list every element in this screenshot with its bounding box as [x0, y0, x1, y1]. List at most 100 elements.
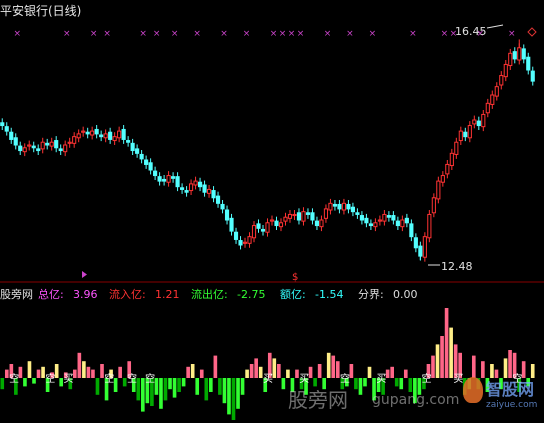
candle-body	[36, 148, 41, 152]
candlestick-series	[0, 39, 535, 262]
volume-bar	[54, 364, 59, 378]
candle-body	[202, 184, 207, 193]
x-marker-icon: ×	[279, 29, 287, 39]
volume-bar	[18, 366, 23, 378]
x-marker-icon: ×	[193, 29, 201, 39]
x-marker-icon: ×	[90, 29, 98, 39]
volume-bar	[308, 366, 313, 378]
candle-body	[386, 215, 391, 218]
volume-bar	[59, 378, 64, 387]
candle-body	[81, 130, 86, 133]
candle-body	[130, 142, 135, 152]
volume-bar	[168, 378, 172, 390]
watermark-logo: 智股网	[486, 380, 535, 399]
high-price-label: 16.45	[455, 25, 487, 38]
high-arrow	[486, 24, 504, 29]
candle-body	[463, 131, 468, 138]
volume-bar	[0, 378, 5, 390]
candle-body	[323, 208, 329, 219]
volume-bar	[32, 378, 36, 384]
candle-body	[305, 212, 311, 215]
candle-body	[229, 217, 234, 232]
candle-body	[13, 137, 18, 146]
candle-body	[260, 228, 266, 232]
candle-body	[67, 141, 72, 144]
indicator-value-1: 1.21	[155, 288, 180, 301]
candle-body	[162, 178, 167, 182]
candle-body	[436, 180, 441, 200]
candle-body	[4, 126, 9, 132]
volume-bar	[222, 378, 227, 404]
candle-body	[269, 219, 275, 222]
x-marker-icon: ×	[409, 29, 417, 39]
volume-bar	[354, 378, 358, 390]
volume-bar	[172, 378, 177, 398]
candle-body	[63, 144, 68, 153]
candle-body	[458, 130, 463, 142]
candle-body	[314, 220, 320, 227]
candle-body	[512, 51, 517, 60]
volume-bar	[113, 378, 118, 392]
candle-body	[404, 217, 409, 224]
candle-body	[467, 125, 472, 139]
low-price-label: 12.48	[441, 260, 473, 273]
volume-bar	[118, 366, 122, 378]
volume-bar	[213, 355, 218, 378]
indicator-label-1: 流入亿:	[109, 287, 146, 301]
chart-title: 平安银行(日线)	[0, 2, 84, 19]
candle-body	[148, 162, 153, 171]
candle-body	[9, 131, 14, 140]
candle-body	[206, 188, 212, 194]
candle-body	[328, 202, 333, 211]
candle-body	[494, 86, 499, 97]
candle-body	[395, 220, 400, 227]
volume-bar	[154, 378, 159, 395]
candle-body	[54, 140, 59, 149]
x-marker-icon: ×	[346, 29, 354, 39]
candle-body	[99, 134, 104, 138]
volume-bar	[281, 378, 286, 390]
candle-body	[530, 70, 535, 82]
volume-bar	[335, 361, 340, 378]
candle-body	[27, 144, 32, 147]
candle-body	[481, 113, 486, 128]
indicator-name: 股旁网	[0, 287, 33, 301]
volume-bar	[41, 366, 45, 378]
x-marker-icon: ×	[441, 29, 449, 39]
candle-body	[188, 183, 194, 192]
x-marker-icon: ×	[153, 29, 161, 39]
volume-bar	[236, 378, 240, 409]
x-marker-icon: ×	[288, 29, 296, 39]
candle-body	[265, 222, 270, 233]
candle-body	[431, 197, 436, 214]
candle-body	[193, 180, 198, 186]
volume-bar	[240, 378, 245, 395]
buy-signal-label: 买	[376, 373, 386, 385]
arrow-marker-icon	[82, 271, 87, 278]
stock-chart[interactable]: × × × × × × × × × × × × × × × × × × × × × × 16.45 12.48 $ 股旁网…	[0, 0, 544, 423]
volume-bar	[199, 369, 204, 378]
indicator-label-0: 总亿:	[38, 287, 64, 301]
candle-body	[373, 222, 378, 228]
volume-bar	[408, 378, 413, 392]
volume-bar	[258, 366, 263, 378]
candle-body	[139, 153, 144, 160]
candle-body	[126, 140, 131, 143]
volume-bar	[82, 361, 86, 378]
volume-bar	[403, 369, 408, 378]
volume-bar	[195, 378, 200, 395]
volume-bar	[204, 378, 209, 401]
candle-body	[85, 131, 90, 135]
x-marker-icon: ×	[324, 29, 332, 39]
candle-body	[94, 128, 99, 135]
candle-body	[76, 133, 81, 139]
volume-bar	[295, 369, 299, 378]
candle-body	[233, 231, 239, 240]
candle-body	[382, 213, 387, 222]
sell-signal-label: 空	[422, 372, 432, 385]
candle-body	[503, 63, 508, 78]
volume-bar	[209, 378, 213, 392]
candle-body	[350, 206, 355, 213]
x-marker-icon: ×	[220, 29, 228, 39]
candle-body	[121, 128, 126, 140]
